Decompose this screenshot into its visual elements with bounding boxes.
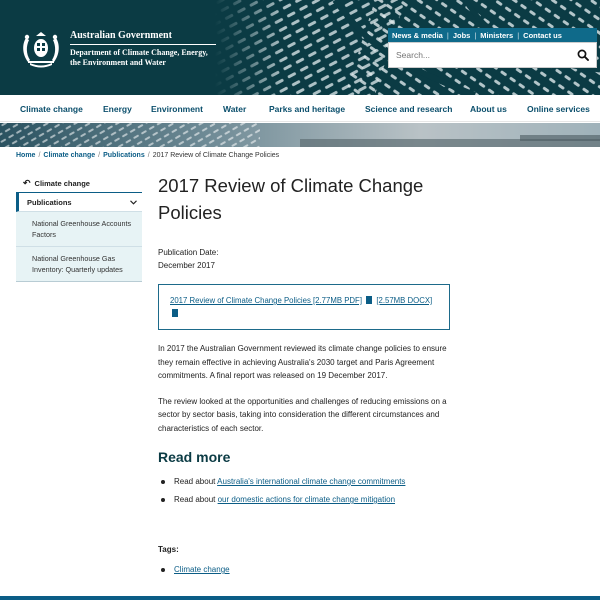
breadcrumb-climate-change[interactable]: Climate change xyxy=(43,152,95,159)
util-link-contact-us[interactable]: Contact us xyxy=(523,31,562,40)
list-item: Climate change xyxy=(158,564,450,576)
publication-date-label: Publication Date: xyxy=(158,248,219,257)
read-more-prefix: Read about xyxy=(174,495,218,504)
search-box xyxy=(388,42,597,68)
publication-date-value: December 2017 xyxy=(158,261,215,270)
government-name-block: Australian Government Department of Clim… xyxy=(70,30,216,68)
search-button[interactable] xyxy=(570,43,596,67)
search-input[interactable] xyxy=(389,43,570,67)
page-title: 2017 Review of Climate Change Policies xyxy=(158,175,424,223)
breadcrumb-separator: / xyxy=(38,152,41,159)
read-more-prefix: Read about xyxy=(174,477,218,486)
main-navigation: Climate change Energy Environment Water … xyxy=(0,95,600,122)
intro-paragraph: In 2017 the Australian Government review… xyxy=(158,344,447,380)
list-item: Read about Australia's international cli… xyxy=(158,473,450,491)
util-separator: | xyxy=(446,30,449,40)
sidebar-navigation: ↶ Climate change Publications National G… xyxy=(16,175,142,282)
sidebar-back-label: Climate change xyxy=(34,179,90,188)
download-docx-link[interactable]: [2.57MB DOCX] xyxy=(376,296,432,305)
site-header: Australian Government Department of Clim… xyxy=(0,0,600,95)
util-link-jobs[interactable]: Jobs xyxy=(453,31,471,40)
breadcrumb-separator: / xyxy=(98,152,101,159)
sidebar-subitem-greenhouse-accounts-factors[interactable]: National Greenhouse Accounts Factors xyxy=(16,212,142,247)
footer-bar xyxy=(0,596,600,600)
tag-list: Climate change xyxy=(158,564,450,576)
nav-item-about-us[interactable]: About us xyxy=(470,104,507,114)
department-name: Department of Climate Change, Energy, th… xyxy=(70,48,216,68)
breadcrumb: Home / Climate change / Publications / 2… xyxy=(16,152,279,159)
international-commitments-link[interactable]: Australia's international climate change… xyxy=(217,477,405,486)
publication-date: Publication Date: December 2017 xyxy=(158,246,450,272)
tag-climate-change-link[interactable]: Climate change xyxy=(174,565,230,574)
nav-item-energy[interactable]: Energy xyxy=(103,104,132,114)
department-name-line1: Department of Climate Change, Energy, xyxy=(70,48,208,57)
read-more-heading: Read more xyxy=(158,449,231,465)
read-more-list: Read about Australia's international cli… xyxy=(158,473,450,509)
breadcrumb-publications[interactable]: Publications xyxy=(103,152,145,159)
nav-item-water[interactable]: Water xyxy=(223,104,246,114)
file-icon xyxy=(172,309,178,317)
breadcrumb-home[interactable]: Home xyxy=(16,152,35,159)
util-separator: | xyxy=(517,30,520,40)
nav-item-parks-heritage[interactable]: Parks and heritage xyxy=(269,104,345,114)
government-name: Australian Government xyxy=(70,30,216,45)
nav-item-climate-change[interactable]: Climate change xyxy=(20,104,83,114)
breadcrumb-separator: / xyxy=(147,152,150,159)
sidebar-back-link[interactable]: ↶ Climate change xyxy=(16,175,142,193)
util-link-ministers[interactable]: Ministers xyxy=(480,31,513,40)
nav-item-environment[interactable]: Environment xyxy=(151,104,203,114)
back-arrow-icon: ↶ xyxy=(23,178,31,188)
nav-item-online-services[interactable]: Online services xyxy=(527,104,590,114)
sidebar-subitem-greenhouse-gas-inventory[interactable]: National Greenhouse Gas Inventory: Quart… xyxy=(16,247,142,282)
util-link-news-media[interactable]: News & media xyxy=(392,31,443,40)
tags-label: Tags: xyxy=(158,545,179,554)
downloads-box: 2017 Review of Climate Change Policies [… xyxy=(158,284,450,330)
main-content: 2017 Review of Climate Change Policies P… xyxy=(158,172,450,576)
department-name-line2: the Environment and Water xyxy=(70,58,166,67)
sidebar-item-label: Publications xyxy=(27,197,72,207)
util-separator: | xyxy=(474,30,477,40)
coat-of-arms-icon xyxy=(23,32,59,68)
review-paragraph: The review looked at the opportunities a… xyxy=(158,396,447,433)
download-pdf-link[interactable]: 2017 Review of Climate Change Policies [… xyxy=(170,296,362,305)
domestic-actions-link[interactable]: our domestic actions for climate change … xyxy=(218,495,395,504)
banner-image xyxy=(0,123,600,147)
file-icon xyxy=(366,296,373,304)
chevron-down-icon[interactable] xyxy=(130,199,137,205)
utility-links: News & media | Jobs | Ministers | Contac… xyxy=(388,28,597,42)
nav-item-science-research[interactable]: Science and research xyxy=(365,104,452,114)
sidebar-item-publications[interactable]: Publications xyxy=(16,193,142,212)
list-item: Read about our domestic actions for clim… xyxy=(158,491,450,509)
government-logo[interactable]: Australian Government Department of Clim… xyxy=(16,30,216,68)
breadcrumb-current: 2017 Review of Climate Change Policies xyxy=(152,152,280,159)
search-icon xyxy=(577,49,589,61)
